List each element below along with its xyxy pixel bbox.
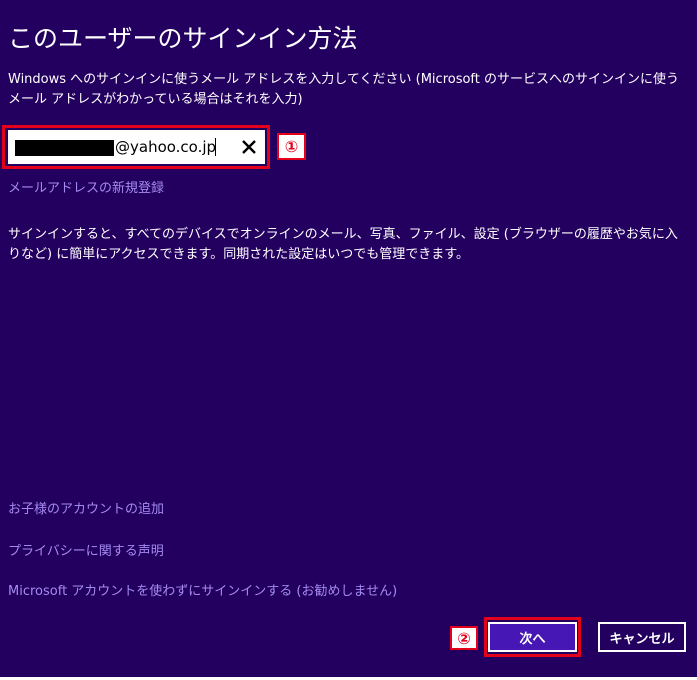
email-instructions: Windows へのサインインに使うメール アドレスを入力してください (Mic… — [8, 72, 680, 107]
next-button[interactable]: 次へ — [488, 622, 577, 652]
annotation-marker-2: ② — [450, 626, 478, 650]
new-email-link[interactable]: メールアドレスの新規登録 — [8, 180, 164, 198]
sign-in-info: サインインすると、すべてのデバイスでオンラインのメール、写真、ファイル、設定 (… — [8, 227, 678, 262]
annotation-marker-1: ① — [277, 133, 306, 160]
redacted-username — [15, 140, 114, 156]
email-field-value: @yahoo.co.jp — [115, 138, 217, 156]
local-account-link[interactable]: Microsoft アカウントを使わずにサインインする (お勧めしません) — [8, 583, 397, 601]
privacy-statement-link[interactable]: プライバシーに関する声明 — [8, 543, 164, 561]
clear-input-button[interactable] — [236, 133, 262, 161]
email-field-container: @yahoo.co.jp — [8, 130, 265, 164]
text-caret — [215, 138, 216, 156]
dialog-title: このユーザーのサインイン方法 — [8, 24, 358, 53]
close-icon — [242, 140, 256, 154]
add-child-account-link[interactable]: お子様のアカウントの追加 — [8, 501, 164, 519]
cancel-button[interactable]: キャンセル — [598, 622, 686, 652]
